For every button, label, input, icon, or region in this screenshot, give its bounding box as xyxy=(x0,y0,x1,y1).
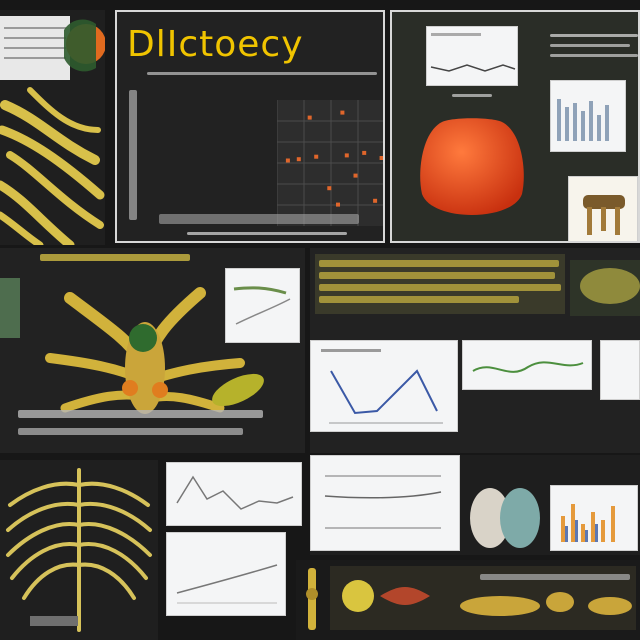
strip-caption xyxy=(480,574,630,580)
scatter-point xyxy=(362,150,367,155)
specimen-svg xyxy=(580,268,640,304)
scatter-point xyxy=(384,171,385,175)
wave-chart-card xyxy=(462,340,592,390)
text-line-4 xyxy=(319,296,519,303)
scatter-point xyxy=(379,156,383,160)
text-line-1 xyxy=(319,260,559,267)
text-line-2 xyxy=(319,272,555,279)
bottom-line-2 xyxy=(176,564,278,604)
scatter-point xyxy=(285,158,290,163)
scatter-plot-area xyxy=(276,100,385,226)
yellow-rods-illustration xyxy=(0,10,105,245)
lower-center-panel xyxy=(310,455,640,555)
text-block xyxy=(315,254,565,314)
mini-line-1 xyxy=(430,33,516,72)
note-scribble-4 xyxy=(550,54,638,57)
scatter-points xyxy=(285,110,385,207)
bottom-line-1 xyxy=(176,475,294,510)
caption-scribble-3 xyxy=(18,428,243,435)
specimen-thumb xyxy=(570,260,640,316)
scatter-point xyxy=(336,202,340,207)
bulb-icon xyxy=(412,112,532,232)
bottom-strip xyxy=(296,560,640,640)
capsule-models xyxy=(468,485,546,551)
mini-chart-card-2 xyxy=(225,268,300,343)
note-scribble-2 xyxy=(550,34,638,37)
mini-bar-card xyxy=(550,80,626,152)
scatter-point xyxy=(314,154,319,159)
caption-scribble xyxy=(187,232,347,235)
scatter-point xyxy=(373,198,378,203)
scatter-point xyxy=(327,186,332,191)
line-chart xyxy=(321,349,443,424)
middle-right-panel xyxy=(310,248,640,453)
scatter-point xyxy=(344,153,349,158)
rod-svg xyxy=(306,568,318,630)
collage-canvas: DlIctoecy xyxy=(0,0,640,640)
bottom-chart-card-2 xyxy=(166,532,286,616)
y-axis-scribble xyxy=(129,90,137,220)
note-scribble-1 xyxy=(452,94,492,97)
mini-bars xyxy=(557,99,609,141)
scatter-chart-panel: DlIctoecy xyxy=(115,10,385,243)
scatter-point xyxy=(296,157,301,162)
middle-left-panel xyxy=(0,248,305,453)
rod-icon xyxy=(300,564,324,634)
bottom-chart-card-1 xyxy=(166,462,302,526)
x-axis-scribble xyxy=(159,214,359,224)
specimen-strip xyxy=(330,566,636,630)
stool-card xyxy=(568,176,638,241)
ribcage-panel xyxy=(0,460,158,640)
text-line-3 xyxy=(319,284,561,291)
line-chart-card xyxy=(310,340,458,432)
bar-chart xyxy=(561,504,615,542)
stacked-chart-card xyxy=(310,455,460,551)
scatter-svg xyxy=(276,100,385,226)
ribcage-illustration xyxy=(0,460,158,640)
anatomy-panel-top-left xyxy=(0,10,105,245)
mini-line-2 xyxy=(233,286,291,325)
note-scribble-3 xyxy=(550,44,630,47)
panel-heading-scribble xyxy=(40,254,190,261)
subtitle-scribble xyxy=(147,72,377,75)
scatter-point xyxy=(353,173,358,178)
bar-chart-card xyxy=(550,485,638,551)
caption-scribble-2 xyxy=(18,410,263,418)
stool-illustration xyxy=(583,195,625,235)
mini-chart-card-1 xyxy=(426,26,518,86)
stacked-chart xyxy=(324,475,442,529)
wave-chart xyxy=(472,361,584,373)
scatter-point xyxy=(340,110,345,115)
tiny-card xyxy=(600,340,640,400)
bulb-svg xyxy=(420,118,524,215)
edge-object xyxy=(0,278,20,338)
page-title: DlIctoecy xyxy=(127,24,304,65)
top-right-panel xyxy=(390,10,640,243)
scatter-point xyxy=(307,115,312,120)
capsule-svg xyxy=(470,488,540,548)
